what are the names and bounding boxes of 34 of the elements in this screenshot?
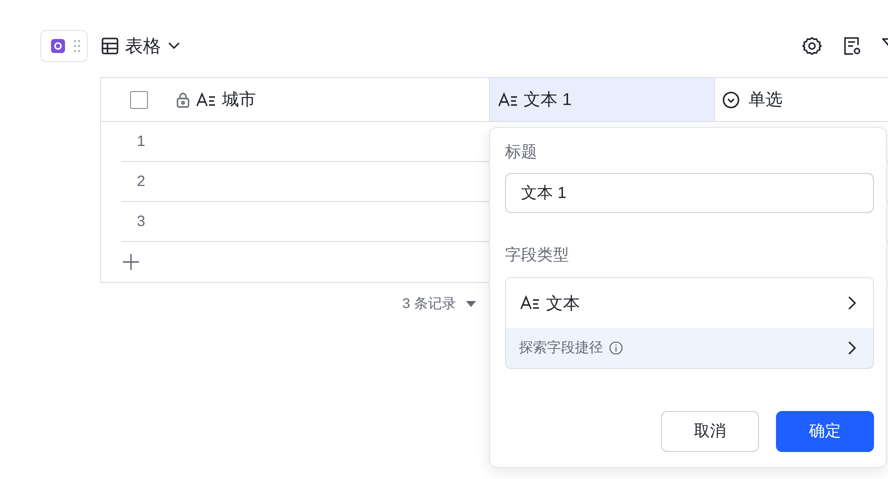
field-shortcut-option[interactable]: 探索字段捷径	[506, 328, 873, 368]
column-header[interactable]: 文本 1	[490, 78, 716, 121]
plugin-button[interactable]	[40, 30, 88, 62]
drag-handle-icon[interactable]	[73, 39, 81, 53]
title-input[interactable]: 文本 1	[505, 173, 874, 213]
dropdown-caret-icon[interactable]	[466, 300, 476, 308]
cancel-button[interactable]: 取消	[661, 411, 759, 452]
field-type-label: 字段类型	[505, 246, 570, 266]
add-row-icon[interactable]	[122, 253, 140, 271]
chevron-right-icon	[847, 295, 857, 311]
settings-icon[interactable]	[802, 36, 822, 56]
title-label: 标题	[505, 143, 538, 163]
view-switcher[interactable]: 表格	[101, 34, 181, 58]
row-number: 1	[136, 133, 146, 150]
column-header[interactable]: 城市	[101, 78, 490, 121]
column-title: 文本 1	[524, 89, 572, 111]
text-field-icon	[196, 92, 216, 108]
chevron-down-icon	[167, 41, 181, 51]
column-header[interactable]: 单选	[715, 78, 888, 121]
column-title: 城市	[222, 89, 256, 111]
select-all-checkbox[interactable]	[130, 90, 148, 108]
form-settings-icon[interactable]	[842, 36, 862, 56]
table-icon	[101, 37, 119, 55]
info-icon	[609, 341, 623, 355]
text-field-icon	[520, 295, 540, 311]
app-icon	[51, 39, 65, 53]
confirm-button[interactable]: 确定	[776, 411, 874, 452]
chevron-right-icon	[847, 340, 857, 356]
column-title: 单选	[748, 89, 782, 111]
row-number: 2	[136, 173, 146, 190]
record-count: 3 条记录	[402, 295, 456, 313]
circle-chevron-icon	[722, 90, 740, 108]
row-number: 3	[136, 213, 146, 230]
text-field-icon	[498, 92, 518, 108]
